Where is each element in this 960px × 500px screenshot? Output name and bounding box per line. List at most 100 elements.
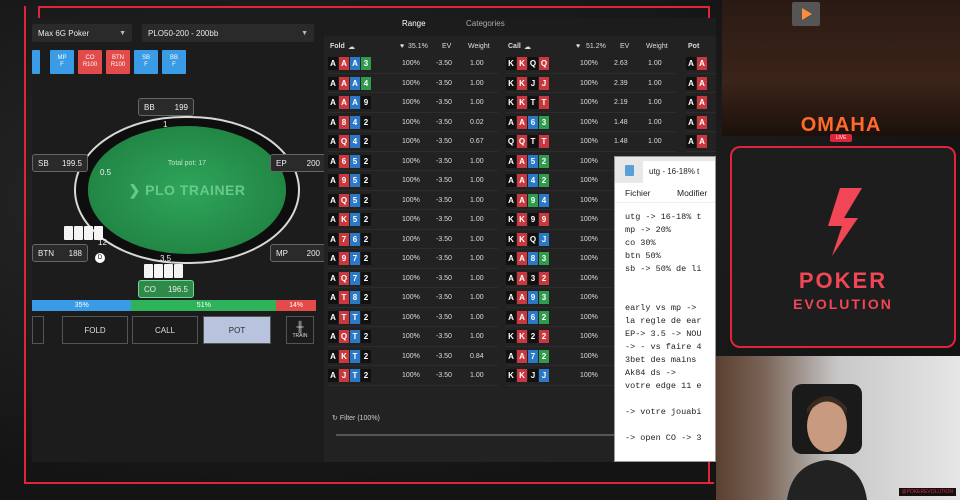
- webcam-tag: @POKEREVOLUTION: [898, 488, 956, 496]
- table-row[interactable]: A A 6 3 100% 1.48 1.00: [506, 113, 676, 132]
- table-row[interactable]: A T 8 2 100% -3.50 1.00: [328, 288, 498, 308]
- table-panel: Max 6G Poker ▼ PLO50-200 - 200bb ▼ MP FC…: [32, 18, 326, 462]
- card: 2: [361, 154, 371, 168]
- card: A: [517, 154, 527, 168]
- table-row[interactable]: AA: [686, 54, 716, 74]
- table-row[interactable]: A 7 6 2 100% -3.50 1.00: [328, 230, 498, 249]
- position-button-utg[interactable]: [32, 50, 40, 74]
- table-row[interactable]: A Q 4 2 100% -3.50 0.67: [328, 132, 498, 152]
- position-button-2[interactable]: CO R100: [78, 50, 102, 74]
- bet-sb: 0.5: [100, 168, 112, 177]
- row-w: 1.00: [648, 99, 662, 106]
- table-row[interactable]: A T T 2 100% -3.50 1.00: [328, 308, 498, 327]
- table-row[interactable]: A K T 2 100% -3.50 0.84: [328, 347, 498, 366]
- card: 5: [528, 154, 538, 168]
- call-ev-header: EV: [620, 43, 630, 50]
- table-row[interactable]: A Q 5 2 100% -3.50 1.00: [328, 191, 498, 210]
- row-w: 1.00: [470, 235, 484, 243]
- seat-ep[interactable]: EP 200: [270, 154, 326, 172]
- table-row[interactable]: A A A 9 100% -3.50 1.00: [328, 93, 498, 113]
- seat-co[interactable]: CO 196.5: [138, 280, 194, 298]
- tab-categories[interactable]: Categories: [466, 19, 505, 28]
- refresh-icon[interactable]: ↻: [332, 415, 340, 422]
- notepad-icon: [625, 165, 634, 176]
- card: 3: [539, 252, 549, 265]
- table-row[interactable]: AA: [686, 132, 716, 152]
- call-pct: 51.2%: [586, 43, 606, 50]
- menu-edit[interactable]: Modifier: [677, 188, 707, 198]
- table-row[interactable]: A Q T 2 100% -3.50 1.00: [328, 327, 498, 347]
- menu-file[interactable]: Fichier: [625, 188, 651, 198]
- card: A: [328, 96, 338, 109]
- table-row[interactable]: A J T 2 100% -3.50 1.00: [328, 366, 498, 386]
- hand-cards: A842: [328, 115, 371, 129]
- hand-cards: AA: [686, 115, 707, 129]
- hand-cards: AA: [686, 57, 707, 70]
- table-row[interactable]: K K J J 100% 2.39 1.00: [506, 74, 676, 93]
- card: 2: [361, 232, 371, 246]
- row-pct: 100%: [402, 79, 420, 87]
- card: Q: [539, 57, 549, 70]
- card: J: [528, 76, 538, 90]
- row-w: 1.00: [648, 60, 662, 67]
- position-button-3[interactable]: BTN R100: [106, 50, 130, 74]
- action-button-prev[interactable]: [32, 316, 44, 344]
- dealer-button: D: [95, 253, 105, 263]
- card: 2: [361, 135, 371, 148]
- fold-button[interactable]: FOLD: [62, 316, 128, 344]
- pot-label: Pot: [688, 43, 700, 50]
- card: A: [506, 115, 516, 129]
- card: K: [506, 232, 516, 246]
- seat-mp[interactable]: MP 200: [270, 244, 326, 262]
- row-pct: 100%: [580, 138, 598, 145]
- position-button-4[interactable]: SB F: [134, 50, 158, 74]
- table-row[interactable]: AA: [686, 74, 716, 93]
- play-icon[interactable]: [792, 2, 820, 26]
- table-row[interactable]: A A A 3 100% -3.50 1.00: [328, 54, 498, 74]
- row-pct: 100%: [580, 177, 598, 184]
- table-row[interactable]: A 8 4 2 100% -3.50 0.02: [328, 113, 498, 132]
- position-button-5[interactable]: BB F: [162, 50, 186, 74]
- table-row[interactable]: A 9 5 2 100% -3.50 1.00: [328, 171, 498, 191]
- card: A: [686, 96, 696, 109]
- card: T: [350, 330, 360, 343]
- table-row[interactable]: A A A 4 100% -3.50 1.00: [328, 74, 498, 93]
- row-pct: 100%: [402, 99, 420, 106]
- notepad-tab[interactable]: utg - 16-18% t: [643, 161, 715, 183]
- call-button[interactable]: CALL: [132, 316, 198, 344]
- seat-btn[interactable]: BTN 188: [32, 244, 88, 262]
- table-row[interactable]: Q Q T T 100% 1.48 1.00: [506, 132, 676, 152]
- train-button[interactable]: ╫ TRAIN: [286, 316, 314, 344]
- table-row[interactable]: AA: [686, 93, 716, 113]
- table-row[interactable]: K K Q Q 100% 2.63 1.00: [506, 54, 676, 74]
- pot-button[interactable]: POT: [203, 316, 271, 344]
- seat-sb[interactable]: SB 199.5: [32, 154, 88, 172]
- game-select[interactable]: Max 6G Poker ▼: [32, 24, 132, 42]
- filter-slider[interactable]: [336, 434, 626, 436]
- row-ev: -3.50: [436, 294, 452, 301]
- card: A: [350, 57, 360, 70]
- table-row[interactable]: K K T T 100% 2.19 1.00: [506, 93, 676, 113]
- seat-bb[interactable]: BB 199: [138, 98, 194, 116]
- card: 9: [539, 213, 549, 226]
- hand-cards: AQT2: [328, 330, 371, 343]
- position-button-1[interactable]: MP F: [50, 50, 74, 74]
- table-row[interactable]: A Q 7 2 100% -3.50 1.00: [328, 269, 498, 288]
- row-w: 1.00: [470, 79, 484, 87]
- card: J: [539, 76, 549, 90]
- table-row[interactable]: A K 5 2 100% -3.50 1.00: [328, 210, 498, 230]
- table-felt: Total pot: 17 ❯ PLO TRAINER: [88, 126, 286, 254]
- card: A: [517, 115, 527, 129]
- table-row[interactable]: AA: [686, 113, 716, 132]
- hand-cards: AA52: [506, 154, 549, 168]
- row-pct: 100%: [402, 157, 420, 165]
- notepad-text[interactable]: utg -> 16-18% t mp -> 20% co 30% btn 50%…: [615, 203, 715, 453]
- scenario-select[interactable]: PLO50-200 - 200bb ▼: [142, 24, 314, 42]
- tab-range[interactable]: Range: [402, 19, 426, 28]
- table-row[interactable]: A 6 5 2 100% -3.50 1.00: [328, 152, 498, 171]
- table-row[interactable]: A 9 7 2 100% -3.50 1.00: [328, 249, 498, 269]
- row-pct: 100%: [580, 333, 598, 340]
- hand-cards: AA: [686, 76, 707, 90]
- range-tabs: Range Categories: [324, 18, 716, 36]
- plo-trainer-logo-text: PLO TRAINER: [145, 182, 246, 198]
